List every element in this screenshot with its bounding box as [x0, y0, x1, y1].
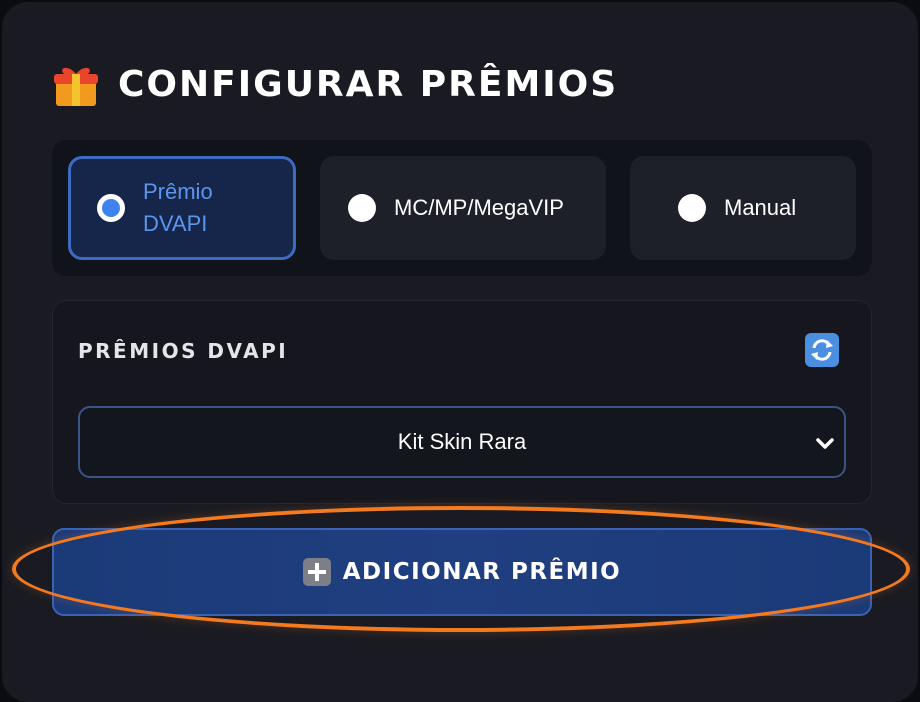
chevron-down-icon[interactable] [814, 432, 836, 454]
dvapi-prizes-section: PRÊMIOS DVAPI Kit Skin Rara [52, 300, 872, 504]
mode-label-mc-mp-megavip: MC/MP/MegaVIP [394, 195, 564, 220]
mode-label-premio-dvapi: Prêmio DVAPI [143, 176, 213, 240]
prize-select[interactable]: Kit Skin Rara [78, 406, 846, 478]
radio-premio-dvapi[interactable] [97, 194, 125, 222]
title-row: CONFIGURAR PRÊMIOS [52, 60, 618, 108]
radio-mc-mp-megavip[interactable] [348, 194, 376, 222]
mode-option-mc-mp-megavip[interactable]: MC/MP/MegaVIP [320, 156, 606, 260]
prize-mode-selector: Prêmio DVAPI MC/MP/MegaVIP Manual [52, 140, 872, 276]
gift-icon [52, 60, 100, 108]
add-prize-button[interactable]: ADICIONAR PRÊMIO [52, 528, 872, 616]
radio-manual[interactable] [678, 194, 706, 222]
mode-label-line1: Prêmio [143, 179, 213, 204]
plus-icon [302, 558, 331, 586]
mode-label-line2: DVAPI [143, 211, 208, 236]
mode-option-manual[interactable]: Manual [630, 156, 856, 260]
add-prize-label: ADICIONAR PRÊMIO [342, 559, 622, 585]
prize-config-panel: CONFIGURAR PRÊMIOS Prêmio DVAPI MC/MP/Me… [2, 2, 918, 702]
prize-select-value: Kit Skin Rara [397, 429, 527, 454]
mode-option-premio-dvapi[interactable]: Prêmio DVAPI [68, 156, 296, 260]
refresh-icon[interactable] [805, 333, 839, 367]
page-title: CONFIGURAR PRÊMIOS [118, 63, 619, 105]
mode-label-manual: Manual [724, 195, 797, 220]
section-title: PRÊMIOS DVAPI [78, 339, 289, 363]
